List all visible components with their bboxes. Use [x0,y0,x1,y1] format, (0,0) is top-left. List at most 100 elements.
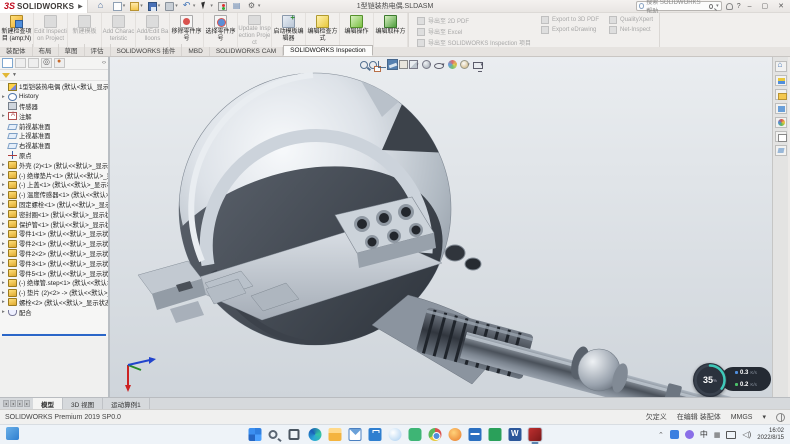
export-button[interactable]: Export eDrawing [541,26,599,34]
restore-button[interactable]: ▢ [759,2,772,10]
tree-item[interactable]: ▸ 零件3<1> (默认<<默认>_显示状态 [0,258,108,268]
panel-tabs-overflow-arrow[interactable]: ‹› [102,60,106,66]
taskbar-app-icon[interactable] [349,428,362,441]
tree-item[interactable]: 前视基准面 [0,121,108,131]
ribbon-tab[interactable]: 评估 [85,44,111,56]
quick-access-button[interactable] [216,1,230,12]
tree-item[interactable]: ▸ 保护管<1> (默认<<默认>_显示状 [0,219,108,229]
network-display-icon[interactable] [726,431,736,439]
tree-item[interactable]: ▸ 配合 [0,307,108,317]
ribbon-tab[interactable]: 草图 [59,44,85,56]
ribbon-button[interactable]: 新建模板 [68,13,102,47]
graphics-viewport[interactable]: ▾ ▾ ▾ ▾ [110,57,772,397]
quick-access-button[interactable]: ▾ [246,1,263,12]
export-button[interactable]: 导出至 2D PDF [417,16,531,25]
rollback-bar[interactable] [2,334,106,336]
dropdown-caret[interactable]: ▾ [175,3,178,9]
taskbar-app-icon[interactable] [369,428,382,441]
tree-item[interactable]: ▸ History [0,92,108,102]
tree-item[interactable]: ▸ 螺栓<2> (默认<<默认>_显示状态 [0,298,108,308]
dropdown-caret[interactable]: ▾ [140,3,143,9]
task-pane-tab[interactable] [775,89,787,100]
taskbar-app-icon[interactable] [389,428,402,441]
help-button[interactable]: ? [737,3,741,10]
tree-item[interactable]: ▸ 密封圈<1> (默认<<默认>_显示状 [0,209,108,219]
speaker-icon[interactable]: ◁) [742,430,751,439]
tree-item[interactable]: ▸ (-) 温度传感器<1> (默认<<默认>_ [0,190,108,200]
heads-up-button[interactable]: ▾ [460,60,470,69]
taskbar-app-icon[interactable] [409,428,422,441]
ribbon-tab[interactable]: SOLIDWORKS Inspection [283,45,373,56]
propertymanager-tab[interactable] [15,58,26,68]
taskbar-app-icon[interactable] [249,428,262,441]
search-input[interactable]: 搜索 SOLIDWORKS 帮助 ▾ [636,1,722,11]
tree-item[interactable]: ▸ (-) 绝缘管.step<1> (默认<<默认>_ [0,278,108,288]
ribbon-button[interactable]: 编辑取样方 [374,13,408,47]
quick-access-button[interactable] [231,1,245,12]
ribbon-button[interactable]: 编辑操作 [340,13,374,47]
tree-item[interactable]: ▸ 零件2<1> (默认<<默认>_显示状态 [0,239,108,249]
quick-access-button[interactable] [96,1,110,12]
unit-system[interactable]: MMGS [731,414,753,421]
heads-up-button[interactable] [369,61,375,69]
tray-overflow-chevron[interactable]: ⌃ [658,431,664,439]
featuremanager-tree-tab[interactable] [2,58,13,68]
ribbon-tab[interactable]: SOLIDWORKS CAM [210,47,283,56]
taskbar-app-icon[interactable] [269,428,282,441]
quick-access-button[interactable]: ▾ [198,1,215,12]
heads-up-button[interactable]: ▾ [422,60,432,69]
ribbon-button[interactable]: 新建检查项目 (amp;N) [0,13,34,47]
taskbar-app-icon[interactable] [489,428,502,441]
menu-expand-arrow[interactable]: ▶ [78,3,83,10]
taskbar-app-icon[interactable] [529,428,542,441]
ribbon-tab[interactable]: SOLIDWORKS 插件 [111,44,183,56]
ribbon-button[interactable]: 选择零件序号 [204,13,238,47]
heads-up-button[interactable] [378,61,384,68]
unit-caret[interactable]: ▾ [762,413,766,421]
dropdown-caret[interactable]: ▾ [210,3,213,9]
heads-up-button[interactable]: ▾ [409,60,419,69]
heads-up-button[interactable]: ▾ [473,61,484,69]
taskbar-app-icon[interactable] [309,428,322,441]
heads-up-button[interactable]: ▾ [448,60,458,69]
task-pane-tab[interactable] [775,117,787,128]
tray-app-purple-icon[interactable] [685,430,694,439]
dropdown-caret[interactable]: ▾ [258,3,261,9]
ribbon-button[interactable]: Add Characteristic [102,13,136,47]
taskbar-app-icon[interactable] [289,428,302,441]
login-user-icon[interactable] [726,3,733,10]
tree-item[interactable]: ▸ 零件5<1> (默认<<默认>_显示状态 [0,268,108,278]
search-icon[interactable] [709,4,714,9]
dropdown-caret[interactable]: ▾ [158,3,161,9]
quick-access-button[interactable]: ▾ [163,1,180,12]
taskbar-app-icon[interactable] [509,428,522,441]
quick-access-button[interactable]: ▾ [111,1,128,12]
tree-item[interactable]: 传感器 [0,102,108,112]
task-pane-tab[interactable] [775,61,787,72]
export-button[interactable]: Net-Inspect [609,26,653,34]
search-caret[interactable]: ▾ [716,3,719,9]
tree-item[interactable]: 右视基准面 [0,141,108,151]
taskbar-app-icon[interactable] [449,428,462,441]
tree-item[interactable]: ▸ (-) 上盖<1> (默认<<默认>_显示状 [0,180,108,190]
ribbon-tab[interactable]: MBD [182,47,209,56]
tree-item[interactable]: ▸ 固定螺栓<1> (默认<<默认>_显示 [0,200,108,210]
net-speed-overlay[interactable]: 0.3 K/s 0.2 K/s 35 % [693,360,772,397]
minimize-button[interactable]: – [745,3,755,10]
heads-up-button[interactable] [399,60,406,69]
ribbon-button[interactable]: Add/Edit Balloons [136,13,170,47]
clock[interactable]: 16:02 2022/8/15 [757,428,784,442]
document-tab[interactable]: 模型 [33,398,63,409]
dropdown-caret[interactable]: ▾ [123,3,126,9]
quick-access-button[interactable]: ▾ [181,1,198,12]
tree-item[interactable]: ▸ (-) 绝缘垫片<1> (默认<<默认>_显 [0,170,108,180]
ribbon-button[interactable]: 编辑检查方式 [306,13,340,47]
heads-up-button[interactable]: ▾ [434,61,445,69]
task-pane-tab[interactable] [775,131,787,142]
quick-access-button[interactable]: ▾ [146,1,163,12]
export-button[interactable]: QualityXpert [609,16,653,24]
dropdown-caret[interactable]: ▾ [193,3,196,9]
configurationmanager-tab[interactable] [28,58,39,68]
document-tab[interactable]: 3D 视图 [63,398,103,409]
export-button[interactable]: Export to 3D PDF [541,16,599,24]
